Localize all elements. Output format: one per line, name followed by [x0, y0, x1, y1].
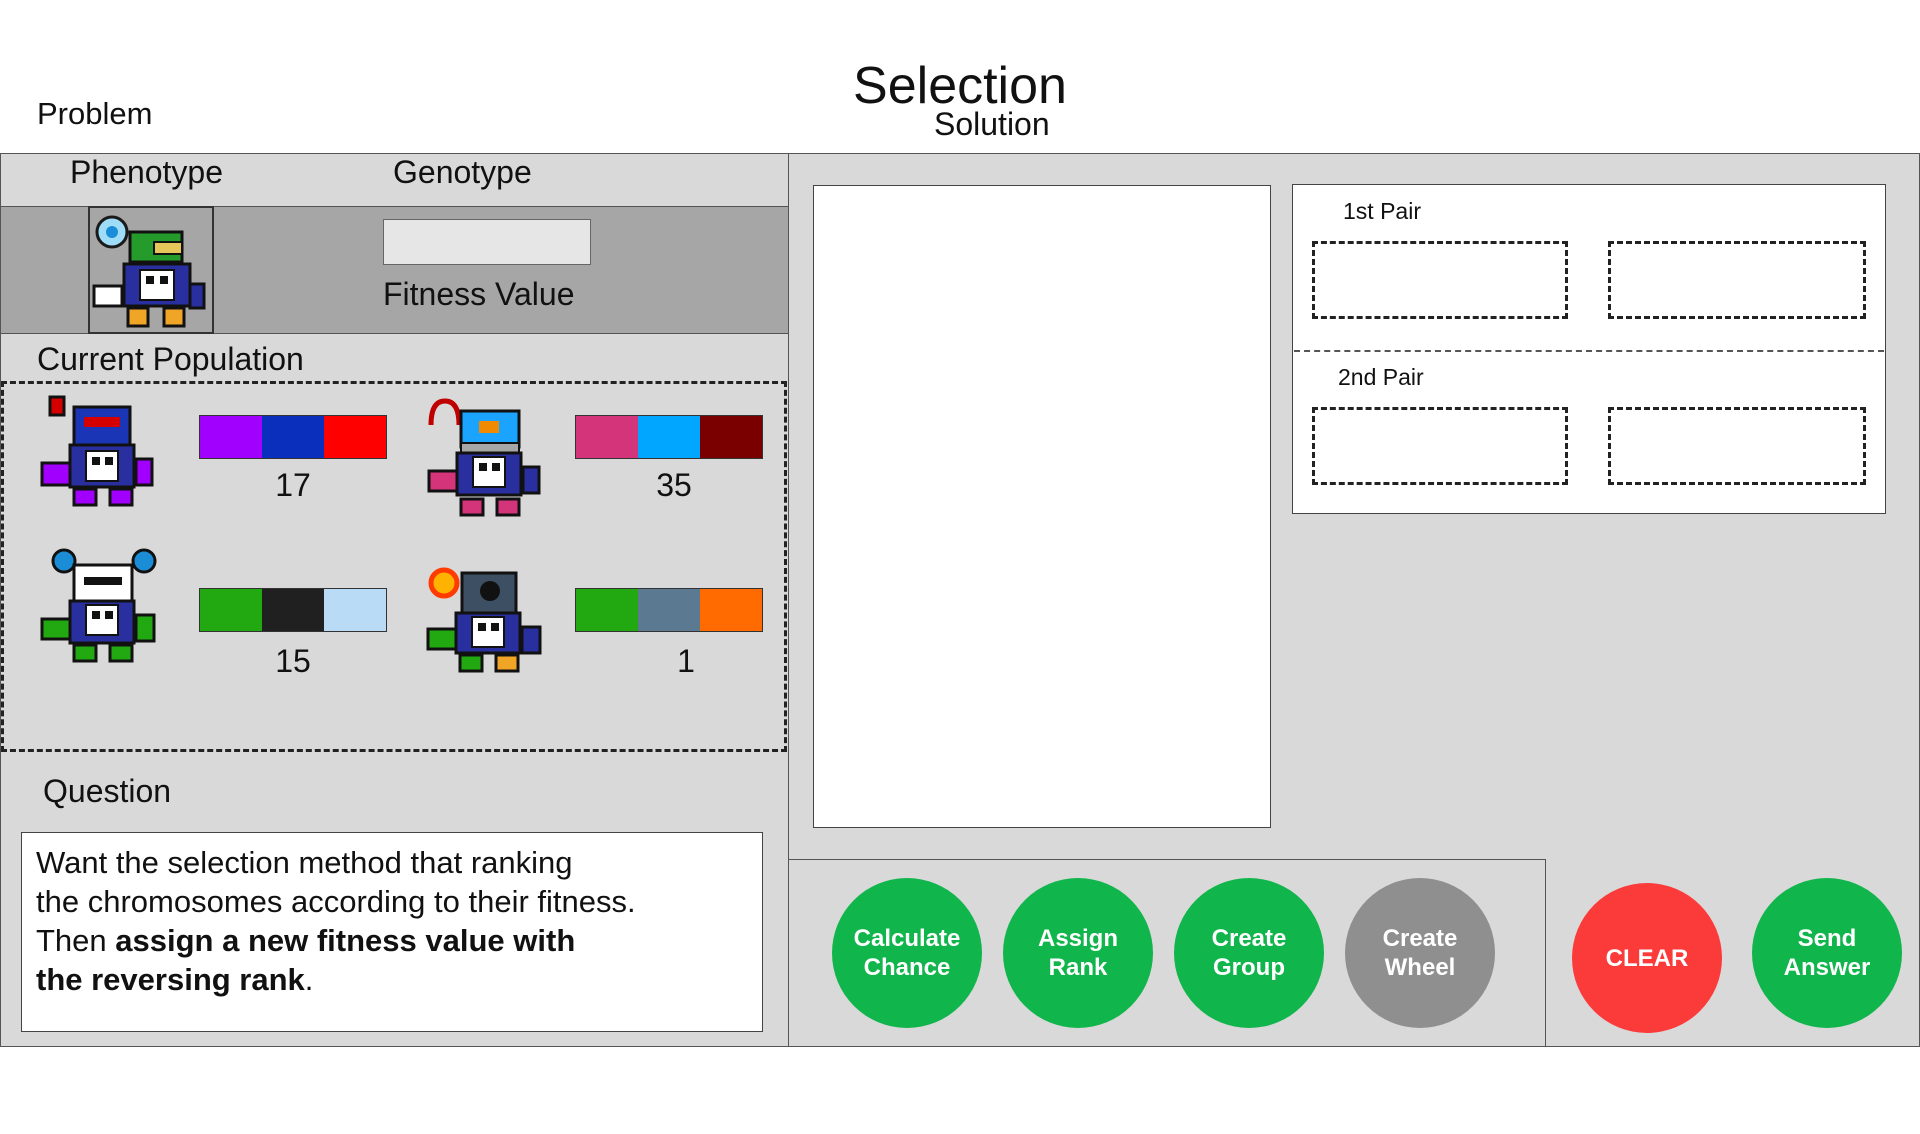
- current-population-label: Current Population: [37, 341, 304, 377]
- solution-work-area[interactable]: [813, 185, 1271, 828]
- chromosome-bar: [575, 415, 763, 459]
- question-text-plain: .: [304, 962, 314, 997]
- question-emphasis: the reversing rank: [36, 962, 305, 997]
- second-pair-label: 2nd Pair: [1338, 364, 1424, 390]
- send-answer-button[interactable]: Send Answer: [1752, 878, 1902, 1028]
- create-wheel-button[interactable]: Create Wheel: [1345, 878, 1495, 1028]
- gene: [324, 589, 386, 631]
- second-pair-slot-1[interactable]: [1312, 407, 1568, 485]
- second-pair-slot-2[interactable]: [1608, 407, 1866, 485]
- gene: [700, 416, 762, 458]
- chromosome-bar: [575, 588, 763, 632]
- gene: [576, 416, 638, 458]
- fitness-number: 15: [275, 643, 311, 679]
- gene: [324, 416, 386, 458]
- gene: [262, 589, 324, 631]
- fitness-value-label: Fitness Value: [383, 276, 575, 312]
- problem-label: Problem: [37, 96, 153, 131]
- question-text-plain: Then: [36, 923, 116, 958]
- chromosome-bar: [199, 588, 387, 632]
- population-sprite[interactable]: [425, 395, 550, 530]
- population-sprite[interactable]: [40, 395, 165, 520]
- population-sprite[interactable]: [422, 555, 550, 690]
- gene: [638, 416, 700, 458]
- gene: [200, 589, 262, 631]
- question-line: Then assign a new fitness value with: [36, 921, 748, 960]
- fitness-number: 35: [656, 467, 692, 503]
- robot-sprite-icon: [92, 215, 206, 328]
- gene: [638, 589, 700, 631]
- clear-button[interactable]: CLEAR: [1572, 883, 1722, 1033]
- gene: [200, 416, 262, 458]
- robot-sprite-icon: [427, 398, 541, 517]
- calculate-chance-button[interactable]: Calculate Chance: [832, 878, 982, 1028]
- robot-sprite-icon: [40, 395, 154, 507]
- question-line: the reversing rank.: [36, 960, 748, 999]
- gene: [700, 589, 762, 631]
- genotype-header: Genotype: [393, 154, 532, 190]
- question-label: Question: [43, 773, 172, 809]
- assign-rank-button[interactable]: Assign Rank: [1003, 878, 1153, 1028]
- first-pair-slot-2[interactable]: [1608, 241, 1866, 319]
- robot-sprite-icon: [426, 567, 542, 673]
- pair-divider: [1294, 350, 1884, 352]
- fitness-number: 1: [677, 643, 695, 679]
- first-pair-label: 1st Pair: [1343, 198, 1421, 224]
- fitness-number: 17: [275, 467, 311, 503]
- solution-label: Solution: [934, 106, 1050, 142]
- question-text: Want the selection method that ranking t…: [21, 832, 763, 1032]
- genotype-input[interactable]: [383, 219, 591, 265]
- first-pair-slot-1[interactable]: [1312, 241, 1568, 319]
- gene: [262, 416, 324, 458]
- question-line: Want the selection method that ranking: [36, 845, 573, 880]
- target-phenotype: [88, 206, 214, 334]
- question-line: the chromosomes according to their fitne…: [36, 884, 636, 919]
- robot-sprite-icon: [40, 548, 157, 663]
- population-sprite[interactable]: [40, 545, 165, 680]
- phenotype-header: Phenotype: [70, 154, 224, 190]
- chromosome-bar: [199, 415, 387, 459]
- question-emphasis: assign a new fitness value with: [115, 923, 576, 958]
- create-group-button[interactable]: Create Group: [1174, 878, 1324, 1028]
- gene: [576, 589, 638, 631]
